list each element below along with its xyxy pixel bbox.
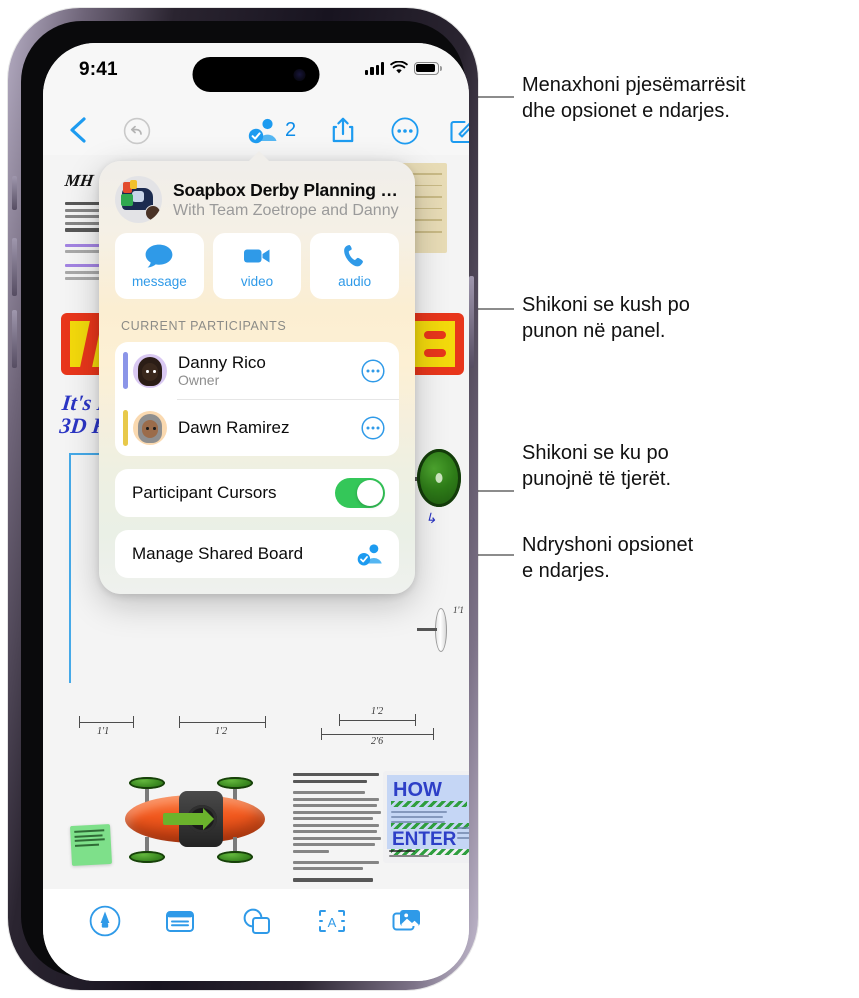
nav-bar: 2 <box>43 101 469 159</box>
shared-board-icon <box>357 544 382 566</box>
share-icon[interactable] <box>329 115 357 145</box>
sticky-note-green[interactable] <box>69 823 113 867</box>
callout-manage: Menaxhoni pjesëmarrësit dhe opsionet e n… <box>522 72 852 124</box>
participant-names: Dawn Ramirez <box>178 418 350 438</box>
phone-bezel: MH It's Fu 3D Re ↳ 1'1 1'2 1'2 2'6 1'1 H… <box>21 21 469 981</box>
popover-title-group: Soapbox Derby Planning De... With Team Z… <box>173 180 399 220</box>
canvas-measurement-drawing: 1'1 1'2 1'2 2'6 <box>71 698 441 750</box>
status-bar: 9:41 <box>43 43 469 101</box>
callout-options-line1: Ndryshoni opsionet <box>522 534 694 556</box>
participant-role: Owner <box>178 372 220 388</box>
text-box-icon[interactable]: A <box>316 905 348 937</box>
callout-options: Ndryshoni opsionet e ndarjes. <box>522 532 852 584</box>
list-item[interactable]: Danny Rico Owner <box>115 342 399 399</box>
phone-frame: MH It's Fu 3D Re ↳ 1'1 1'2 1'2 2'6 1'1 H… <box>8 8 478 990</box>
measure-label-1: 1'1 <box>97 726 110 737</box>
sticky-note-icon[interactable] <box>164 905 196 937</box>
participant-more-icon[interactable] <box>361 358 385 383</box>
pen-tool-icon[interactable] <box>89 905 121 937</box>
message-action-label: message <box>131 274 187 289</box>
callout-where-line1: Shikoni se ku po <box>522 442 669 464</box>
screenshot-root: Menaxhoni pjesëmarrësit dhe opsionet e n… <box>0 0 859 998</box>
popover-subtitle: With Team Zoetrope and Danny <box>173 201 399 219</box>
dynamic-island <box>192 57 320 92</box>
cursor-color-bar <box>123 410 128 446</box>
canvas-car-illustration <box>101 775 281 865</box>
participant-cursors-row[interactable]: Participant Cursors <box>115 469 399 517</box>
measure-label-3: 1'2 <box>371 706 384 717</box>
video-camera-icon <box>244 249 270 263</box>
message-bubble-icon <box>145 244 173 268</box>
participants-section-header: CURRENT PARTICIPANTS <box>121 319 287 333</box>
popover-actions: message video audio <box>99 233 415 299</box>
bottom-toolbar: A <box>43 889 469 981</box>
canvas-standards-text <box>293 773 385 885</box>
callout-who: Shikoni se kush po punon në panel. <box>522 292 852 344</box>
front-camera-icon <box>293 68 306 81</box>
list-item[interactable]: Dawn Ramirez <box>115 400 399 456</box>
participants-button[interactable]: 2 <box>247 115 296 145</box>
avatar <box>133 411 167 445</box>
participants-icon <box>248 118 277 144</box>
compose-icon[interactable] <box>449 116 469 144</box>
svg-text:A: A <box>327 915 336 930</box>
cursor-color-bar <box>123 352 128 389</box>
video-action-button[interactable]: video <box>212 233 302 299</box>
callout-options-line2: e ndarjes. <box>522 560 610 582</box>
popover-title: Soapbox Derby Planning De... <box>173 179 399 200</box>
phone-icon <box>343 244 363 267</box>
participant-name: Danny Rico <box>178 353 266 372</box>
shapes-icon[interactable] <box>240 905 272 937</box>
status-indicators <box>365 61 442 75</box>
callout-who-line2: punon në panel. <box>522 320 666 342</box>
participants-count: 2 <box>285 118 297 141</box>
audio-action-button[interactable]: audio <box>310 233 400 299</box>
audio-action-label: audio <box>338 274 372 289</box>
participant-more-icon[interactable] <box>361 416 385 440</box>
how-word-3: ENTER <box>392 829 457 850</box>
callout-who-line1: Shikoni se kush po <box>522 294 690 316</box>
canvas-wheel-green <box>417 449 461 507</box>
share-popover: Soapbox Derby Planning De... With Team Z… <box>99 151 415 594</box>
participant-names: Danny Rico Owner <box>178 353 350 388</box>
volume-down-button[interactable] <box>12 310 17 368</box>
callout-where: Shikoni se ku po punojnë të tjerët. <box>522 440 852 492</box>
measure-label-2: 1'2 <box>215 726 228 737</box>
measure-label-4: 2'6 <box>371 736 384 747</box>
participants-list: Danny Rico Owner Dawn Ramirez <box>115 342 399 456</box>
volume-up-button[interactable] <box>12 238 17 296</box>
measure-label-5: 1'1 <box>453 605 464 615</box>
callout-manage-line2: dhe opsionet e ndarjes. <box>522 100 730 122</box>
popover-header: Soapbox Derby Planning De... With Team Z… <box>99 161 415 233</box>
silent-switch[interactable] <box>12 176 17 210</box>
wifi-icon <box>390 61 408 74</box>
participant-name: Dawn Ramirez <box>178 418 290 437</box>
status-time: 9:41 <box>79 59 118 80</box>
callout-manage-line1: Menaxhoni pjesëmarrësit <box>522 74 746 96</box>
power-button[interactable] <box>469 276 474 368</box>
cellular-signal-icon <box>365 62 384 75</box>
video-action-label: video <box>240 274 274 289</box>
participant-cursors-label: Participant Cursors <box>132 483 277 502</box>
canvas-blue-mark: ↳ <box>425 512 437 527</box>
manage-shared-board-row[interactable]: Manage Shared Board <box>115 530 399 578</box>
battery-icon <box>414 61 442 75</box>
canvas-axle-2 <box>417 628 437 631</box>
canvas-how-to-enter-card: HOW TO <box>383 771 469 863</box>
manage-shared-board-label: Manage Shared Board <box>132 544 304 563</box>
back-chevron-icon[interactable] <box>65 115 91 145</box>
undo-icon[interactable] <box>123 117 151 145</box>
participant-cursors-toggle[interactable] <box>335 478 385 508</box>
phone-screen: MH It's Fu 3D Re ↳ 1'1 1'2 1'2 2'6 1'1 H… <box>43 43 469 981</box>
message-action-button[interactable]: message <box>115 233 204 299</box>
how-word-1: HOW <box>393 779 442 801</box>
media-icon[interactable] <box>391 905 423 937</box>
board-avatar <box>115 176 162 223</box>
callout-where-line2: punojnë të tjerët. <box>522 468 671 490</box>
avatar <box>133 353 167 388</box>
more-icon[interactable] <box>391 117 419 145</box>
